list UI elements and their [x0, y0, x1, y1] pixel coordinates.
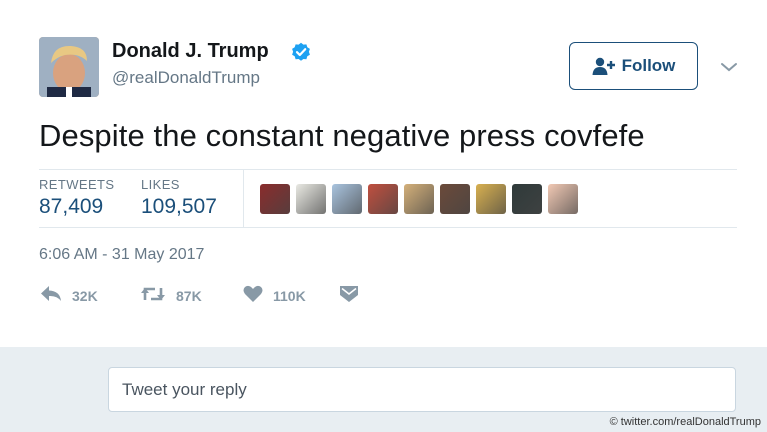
likes-count[interactable]: 109,507	[141, 195, 217, 219]
display-name[interactable]: Donald J. Trump	[112, 40, 269, 63]
retweets-count[interactable]: 87,409	[39, 195, 103, 219]
follow-button[interactable]: Follow	[569, 42, 698, 90]
tweet-timestamp[interactable]: 6:06 AM - 31 May 2017	[39, 246, 204, 264]
chevron-down-icon[interactable]	[720, 60, 738, 72]
user-handle[interactable]: @realDonaldTrump	[112, 68, 260, 88]
reply-input[interactable]	[108, 367, 736, 412]
likes-label[interactable]: LIKES	[141, 177, 180, 192]
person-add-icon	[592, 56, 616, 76]
liker-avatar[interactable]	[332, 184, 362, 214]
divider	[39, 227, 737, 228]
liker-avatar[interactable]	[368, 184, 398, 214]
tweet-text: Despite the constant negative press covf…	[39, 118, 645, 153]
liker-avatar[interactable]	[260, 184, 290, 214]
envelope-icon	[339, 285, 359, 306]
retweet-icon	[140, 285, 166, 306]
liker-avatar[interactable]	[512, 184, 542, 214]
retweets-label[interactable]: RETWEETS	[39, 177, 114, 192]
avatar[interactable]	[39, 37, 99, 97]
like-button[interactable]: 110K	[243, 285, 306, 306]
liker-avatar[interactable]	[404, 184, 434, 214]
follow-label: Follow	[621, 56, 676, 75]
avatar-image	[39, 37, 99, 97]
liker-avatar[interactable]	[440, 184, 470, 214]
heart-icon	[243, 285, 263, 306]
liker-avatar[interactable]	[548, 184, 578, 214]
direct-message-button[interactable]	[339, 285, 359, 306]
liker-avatar[interactable]	[476, 184, 506, 214]
retweet-count: 87K	[176, 287, 202, 304]
divider	[39, 169, 737, 170]
image-credit: © twitter.com/realDonaldTrump	[609, 416, 761, 428]
reply-icon	[40, 285, 62, 306]
verified-badge-icon	[291, 42, 311, 62]
like-count: 110K	[273, 287, 306, 304]
reply-count: 32K	[72, 287, 98, 304]
reply-button[interactable]: 32K	[40, 285, 98, 306]
liker-avatar[interactable]	[296, 184, 326, 214]
divider	[243, 170, 244, 227]
retweet-button[interactable]: 87K	[140, 285, 202, 306]
